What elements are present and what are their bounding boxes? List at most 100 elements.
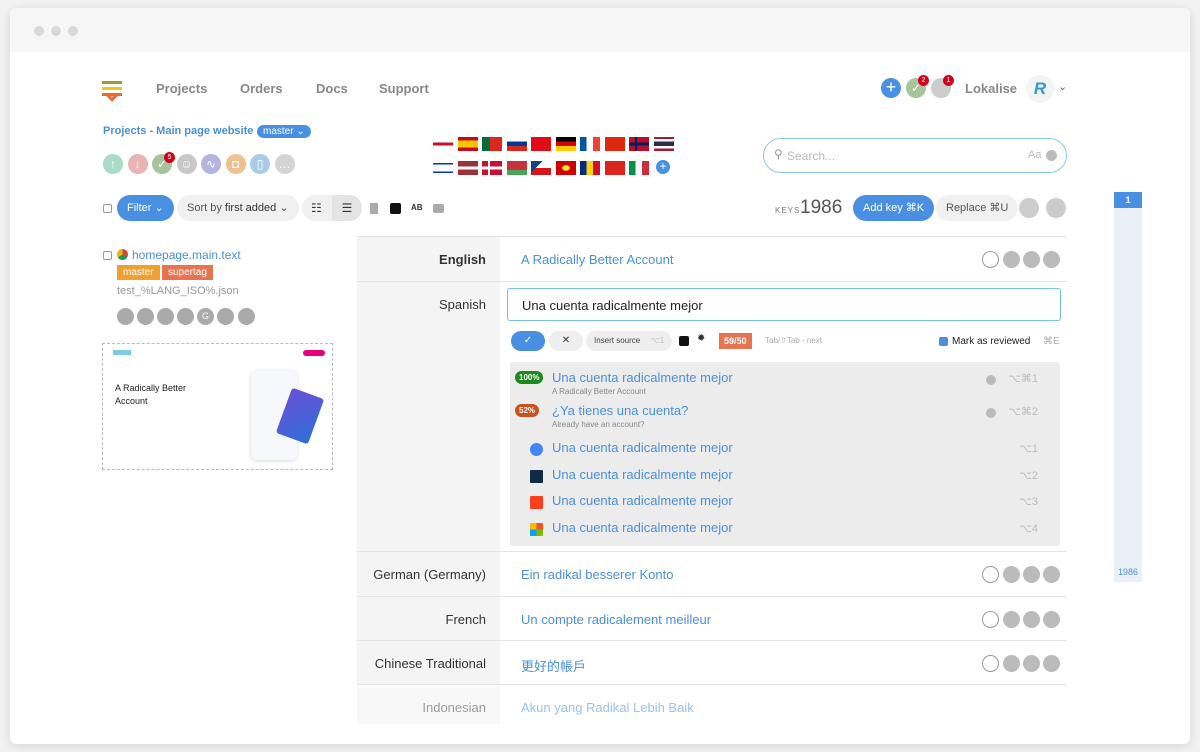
flag-lv-icon[interactable] (457, 161, 478, 175)
upload-icon[interactable]: ↑ (103, 154, 123, 174)
spellcheck-icon[interactable]: AB (411, 203, 423, 212)
flag-dk-icon[interactable] (482, 161, 502, 175)
search-input[interactable]: ⚲ Search... Aa (763, 138, 1067, 173)
list-icon[interactable] (1023, 566, 1040, 583)
select-all-checkbox[interactable] (103, 204, 112, 213)
translation-row-french[interactable]: French Un compte radicalement meilleur (357, 596, 1067, 640)
delete-icon[interactable] (238, 308, 255, 325)
history-icon[interactable] (1043, 566, 1060, 583)
dismiss-icon[interactable] (986, 408, 996, 418)
flag-gb-icon[interactable] (433, 137, 453, 151)
glasses-icon[interactable] (1003, 251, 1020, 268)
glasses-icon[interactable] (1003, 566, 1020, 583)
suggestion-text[interactable]: Una cuenta radicalmente mejor (552, 440, 733, 455)
branch-select[interactable]: master ⌄ (257, 125, 311, 138)
key-checkbox[interactable] (103, 251, 112, 260)
team-avatar[interactable]: R (1026, 75, 1054, 103)
history-icon[interactable] (1043, 251, 1060, 268)
duplicate-icon[interactable] (177, 308, 194, 325)
document-icon[interactable] (1019, 198, 1039, 218)
list-icon[interactable] (1023, 655, 1040, 672)
status-circle-icon[interactable] (982, 251, 999, 268)
list-icon[interactable] (1023, 251, 1040, 268)
flag-de-icon[interactable] (555, 137, 576, 151)
history-icon[interactable] (1043, 655, 1060, 672)
flag-it-icon[interactable] (629, 161, 649, 175)
nav-docs[interactable]: Docs (316, 81, 348, 96)
mark-reviewed-checkbox[interactable] (939, 337, 948, 346)
translation-editor[interactable]: Una cuenta radicalmente mejor (507, 288, 1061, 321)
match-case-toggle[interactable]: Aa (1028, 149, 1041, 161)
flag-mk-icon[interactable] (555, 161, 576, 175)
lightbulb-icon[interactable]: ✹ (697, 333, 705, 344)
add-icon[interactable]: + (881, 78, 901, 98)
status-circle-icon[interactable] (982, 566, 999, 583)
suggestion-text[interactable]: Una cuenta radicalmente mejor (552, 493, 733, 508)
multiline-view-icon[interactable]: ☷ (311, 195, 322, 221)
glasses-icon[interactable] (1003, 611, 1020, 628)
nav-projects[interactable]: Projects (156, 81, 207, 96)
add-key-button[interactable]: Add key ⌘K (853, 195, 935, 221)
nav-orders[interactable]: Orders (240, 81, 283, 96)
translation-row-english[interactable]: English A Radically Better Account (357, 236, 1067, 281)
list-icon[interactable] (1023, 611, 1040, 628)
screenshots-icon[interactable]: ◘ (225, 154, 246, 174)
flag-ro-icon[interactable] (580, 161, 600, 175)
flag-cn-icon[interactable] (604, 137, 625, 151)
screenshot-icon[interactable] (433, 204, 444, 213)
flag-ru-icon[interactable] (506, 137, 527, 151)
key-name[interactable]: homepage.main.text (132, 248, 241, 262)
flag-tr-icon[interactable] (531, 137, 551, 151)
flag-cz-icon[interactable] (531, 161, 551, 175)
translation-row-indonesian[interactable]: Indonesian Akun yang Radikal Lebih Baik (357, 684, 1067, 724)
flag-vn-icon[interactable] (604, 161, 625, 175)
tag-supertag[interactable]: supertag (162, 265, 213, 280)
translation-text[interactable]: 更好的帳戶 (521, 656, 586, 675)
flag-pt-icon[interactable] (482, 137, 502, 151)
status-circle-icon[interactable] (982, 655, 999, 672)
suggestion-item[interactable]: Una cuenta radicalmente mejor ⌥3 (510, 490, 1060, 517)
insert-source-button[interactable]: Insert source ⌥1 (586, 331, 673, 351)
folder-icon[interactable] (1046, 198, 1066, 218)
flag-by-icon[interactable] (506, 161, 527, 175)
google-translate-icon[interactable]: G (197, 308, 214, 325)
cancel-button[interactable]: ✕ (549, 331, 583, 351)
minimize-dot[interactable] (51, 26, 61, 36)
mark-reviewed-label[interactable]: Mark as reviewed (952, 336, 1030, 347)
flag-th-icon[interactable] (653, 137, 674, 151)
activity-icon[interactable]: ∿ (201, 154, 221, 174)
glossary-icon[interactable]: ▯ (250, 154, 270, 174)
replace-button[interactable]: Replace ⌘U (936, 195, 1019, 221)
flag-fr-icon[interactable] (580, 137, 600, 151)
dismiss-icon[interactable] (986, 375, 996, 385)
placeholders-icon[interactable] (679, 336, 689, 346)
translation-text[interactable]: A Radically Better Account (521, 252, 673, 267)
translation-text[interactable]: Akun yang Radikal Lebih Baik (521, 700, 694, 715)
maximize-dot[interactable] (68, 26, 78, 36)
scroller-thumb[interactable]: 1 (1114, 192, 1142, 208)
bilingual-view-icon[interactable]: ☰ (332, 195, 362, 221)
sort-dropdown[interactable]: Sort by first added ⌄ (177, 195, 299, 221)
suggestion-item[interactable]: Una cuenta radicalmente mejor ⌥1 (510, 437, 1060, 464)
save-button[interactable]: ✓ (511, 331, 545, 351)
suggestion-text[interactable]: Una cuenta radicalmente mejor (552, 520, 733, 535)
translation-row-german[interactable]: German (Germany) Ein radikal besserer Ko… (357, 551, 1067, 596)
suggestion-text[interactable]: Una cuenta radicalmente mejor (552, 370, 733, 385)
key-scroller[interactable]: 1 1986 (1114, 192, 1142, 582)
filter-button[interactable]: Filter ⌄ (117, 195, 174, 221)
history-icon[interactable] (1043, 611, 1060, 628)
suggestion-item[interactable]: Una cuenta radicalmente mejor ⌥2 (510, 464, 1060, 491)
comment-icon[interactable] (117, 308, 134, 325)
suggestion-item[interactable]: Una cuenta radicalmente mejor ⌥4 (510, 517, 1060, 544)
flag-il-icon[interactable] (433, 161, 453, 175)
clipboard-icon[interactable] (137, 308, 154, 325)
flag-es-icon[interactable] (457, 137, 478, 151)
chevron-down-icon[interactable]: ⌄ (1058, 80, 1067, 93)
nav-support[interactable]: Support (379, 81, 429, 96)
status-circle-icon[interactable] (982, 611, 999, 628)
add-language-icon[interactable]: + (656, 160, 670, 174)
flag-no-icon[interactable] (629, 137, 649, 151)
translation-text[interactable]: Un compte radicalement meilleur (521, 612, 711, 627)
suggestion-text[interactable]: ¿Ya tienes una cuenta? (552, 403, 688, 418)
clear-search-icon[interactable] (1046, 150, 1057, 161)
